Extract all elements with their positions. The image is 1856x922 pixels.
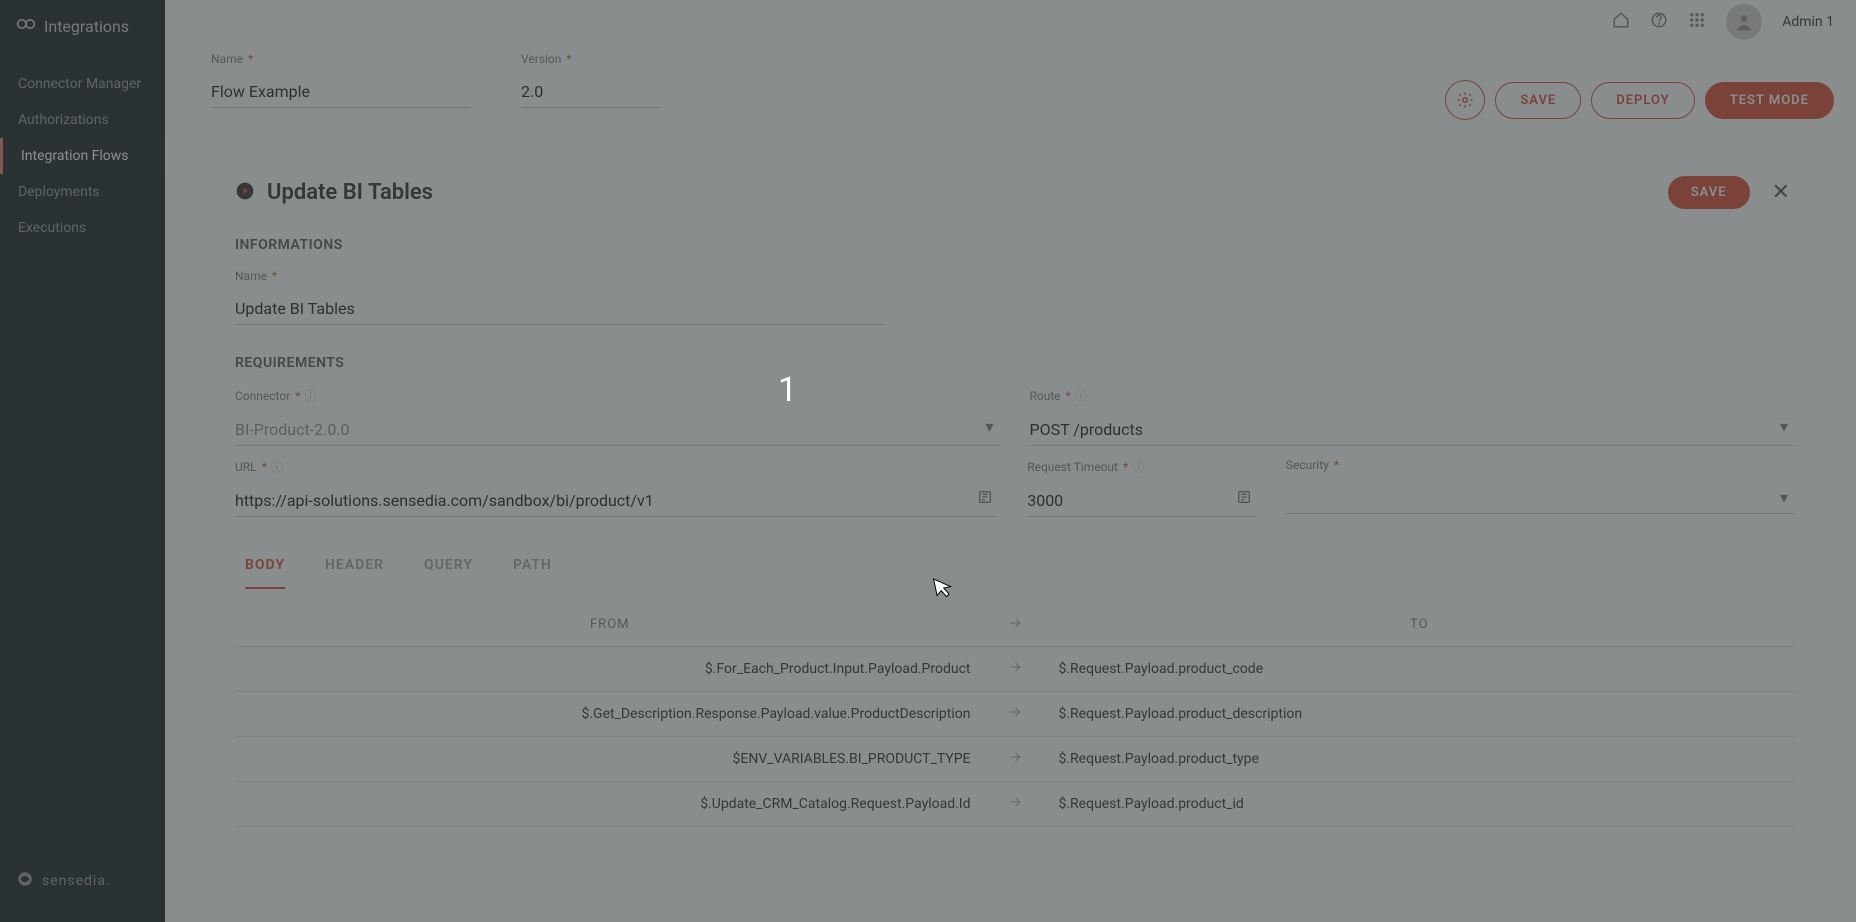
mapping-row[interactable]: $.Update_CRM_Catalog.Request.Payload.Id … (235, 782, 1794, 827)
save-button[interactable]: SAVE (1495, 82, 1581, 119)
tab-body[interactable]: BODY (245, 557, 285, 589)
mapping-header: FROM TO (235, 603, 1794, 647)
header-actions: SAVE DEPLOY TEST MODE (1445, 80, 1834, 120)
mapping-row[interactable]: $.For_Each_Product.Input.Payload.Product… (235, 647, 1794, 692)
sidebar-item-integration-flows[interactable]: Integration Flows (0, 138, 165, 174)
info-icon[interactable]: ⓘ (1132, 460, 1144, 474)
integrations-icon (16, 14, 36, 38)
flow-version-input[interactable] (521, 76, 661, 108)
topbar: Admin 1 (165, 0, 1856, 44)
arrow-icon (985, 704, 1045, 724)
informations-heading: INFORMATIONS (235, 237, 1794, 253)
timeout-input[interactable] (1027, 485, 1256, 517)
security-label: Security * (1286, 458, 1794, 472)
url-input[interactable] (235, 485, 997, 517)
step-icon (235, 181, 255, 205)
requirements-heading: REQUIREMENTS (235, 355, 1794, 371)
panel-title: Update BI Tables (267, 180, 433, 205)
route-select[interactable] (1030, 414, 1795, 446)
timeout-label: Request Timeout *ⓘ (1027, 458, 1256, 475)
env-variable-icon[interactable] (1236, 489, 1252, 509)
tab-query[interactable]: QUERY (424, 557, 473, 589)
panel-header: Update BI Tables SAVE ✕ (235, 176, 1794, 209)
info-icon[interactable]: ⓘ (271, 460, 283, 474)
name-label: Name * (211, 52, 471, 66)
footer-brand-name: sensedia. (42, 873, 111, 889)
sidebar-item-authorizations[interactable]: Authorizations (0, 102, 165, 138)
sensedia-logo-icon (16, 870, 34, 892)
chevron-down-icon[interactable]: ▾ (985, 417, 993, 436)
arrow-icon (985, 659, 1045, 679)
tab-path[interactable]: PATH (513, 557, 552, 589)
arrow-icon (985, 794, 1045, 814)
close-icon[interactable]: ✕ (1768, 176, 1794, 209)
deploy-button[interactable]: DEPLOY (1591, 82, 1694, 119)
panel-save-button[interactable]: SAVE (1668, 176, 1750, 209)
apps-grid-icon[interactable] (1688, 11, 1706, 33)
mapping-tabs: BODY HEADER QUERY PATH (235, 557, 1794, 589)
chevron-down-icon[interactable]: ▾ (1780, 488, 1788, 507)
panel-actions: SAVE ✕ (1668, 176, 1794, 209)
tutorial-marker-1: 1 (778, 370, 797, 410)
arrow-icon (985, 615, 1045, 635)
route-label: Route *ⓘ (1030, 387, 1795, 404)
arrow-icon (985, 749, 1045, 769)
flow-name-input[interactable] (211, 76, 471, 108)
to-header: TO (1045, 603, 1795, 646)
home-icon[interactable] (1612, 11, 1630, 33)
sidebar-item-deployments[interactable]: Deployments (0, 174, 165, 210)
env-variable-icon[interactable] (977, 489, 993, 509)
info-icon[interactable]: ⓘ (304, 389, 316, 403)
info-icon[interactable]: ⓘ (1075, 389, 1087, 403)
test-mode-button[interactable]: TEST MODE (1705, 82, 1834, 119)
panel-name-label: Name * (235, 269, 885, 283)
chevron-down-icon[interactable]: ▾ (1780, 417, 1788, 436)
mapping-table: FROM TO $.For_Each_Product.Input.Payload… (235, 603, 1794, 827)
settings-button[interactable] (1445, 80, 1485, 120)
sidebar-item-connector-manager[interactable]: Connector Manager (0, 66, 165, 102)
security-select[interactable] (1286, 482, 1794, 514)
connector-label: Connector *ⓘ (235, 387, 1000, 404)
sidebar-item-executions[interactable]: Executions (0, 210, 165, 246)
mapping-row[interactable]: $ENV_VARIABLES.BI_PRODUCT_TYPE $.Request… (235, 737, 1794, 782)
brand-name: Integrations (44, 17, 129, 36)
brand-logo: Integrations (0, 0, 165, 52)
version-label: Version * (521, 52, 661, 66)
panel-name-input[interactable] (235, 293, 885, 325)
url-label: URL *ⓘ (235, 458, 997, 475)
user-name[interactable]: Admin 1 (1782, 14, 1834, 30)
help-icon[interactable] (1650, 11, 1668, 33)
mapping-row[interactable]: $.Get_Description.Response.Payload.value… (235, 692, 1794, 737)
connector-select[interactable] (235, 414, 1000, 446)
sidebar: Integrations Connector Manager Authoriza… (0, 0, 165, 922)
from-header: FROM (235, 603, 985, 646)
tab-header[interactable]: HEADER (325, 557, 384, 589)
footer-brand: sensedia. (0, 850, 165, 922)
sidebar-nav: Connector Manager Authorizations Integra… (0, 52, 165, 850)
page-header: Name * Version * SAVE DEPLOY TEST MODE (165, 44, 1856, 144)
avatar[interactable] (1726, 4, 1762, 40)
detail-panel: Update BI Tables SAVE ✕ INFORMATIONS Nam… (195, 156, 1834, 910)
